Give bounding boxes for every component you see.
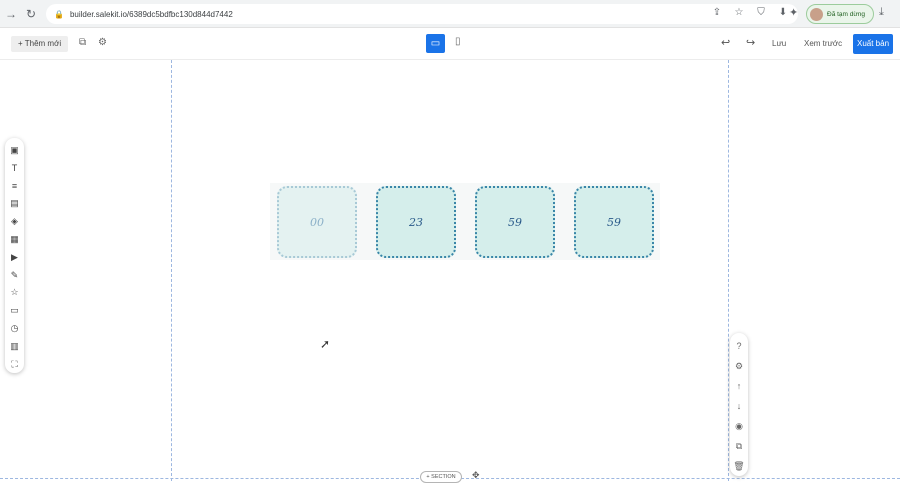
star-icon[interactable]: ☆	[732, 7, 746, 18]
profile-button[interactable]: Đã tạm dừng	[806, 4, 874, 24]
downloads-icon[interactable]: ⤓	[879, 6, 884, 19]
countdown-hours[interactable]: 23	[376, 186, 456, 258]
carousel-icon[interactable]: ✎	[11, 267, 19, 285]
section-actions-panel: ? ⚙ ↑ ↓ ◉ ⧉ 🗑	[730, 333, 748, 476]
help-icon[interactable]: ?	[736, 336, 741, 356]
save-button[interactable]: Lưu	[772, 39, 786, 48]
countdown-minutes[interactable]: 59	[475, 186, 555, 258]
back-arrow-icon[interactable]: →	[1, 4, 21, 24]
settings-icon[interactable]: ⚙	[98, 37, 107, 48]
builder-toolbar: + Thêm mới ⧉ ⚙ ▭ ▯ ↩ ↪ Lưu Xem trước Xuấ…	[0, 28, 900, 60]
desktop-view-icon[interactable]: ▭	[426, 34, 445, 53]
timer-icon[interactable]: ◷	[11, 320, 19, 338]
publish-button[interactable]: Xuất bản	[853, 34, 893, 54]
profile-label: Đã tạm dừng	[827, 10, 865, 18]
countdown-seconds[interactable]: 59	[574, 186, 654, 258]
layers-icon[interactable]: ⧉	[79, 37, 86, 48]
video-icon[interactable]: ▶	[11, 249, 18, 267]
section-guide-right	[728, 60, 729, 481]
move-up-icon[interactable]: ↑	[737, 376, 742, 396]
address-bar[interactable]: 🔒 builder.salekit.io/6389dc5bdfbc130d844…	[46, 4, 798, 24]
extensions-icon[interactable]: ✦	[789, 6, 798, 19]
preview-button[interactable]: Xem trước	[804, 39, 842, 48]
element-panel: ▣ T ≡ ▤ ◈ ▦ ▶ ✎ ☆ ▭ ◷ ▥ ⛶	[5, 138, 24, 373]
avatar	[810, 7, 823, 21]
hide-icon[interactable]: ◉	[735, 416, 743, 436]
countdown-days[interactable]: 00	[277, 186, 357, 258]
countdown-timer[interactable]: 00 23 59 59	[270, 183, 660, 260]
section-icon[interactable]: ▥	[10, 338, 19, 356]
redo-icon[interactable]: ↪	[746, 36, 755, 49]
duplicate-icon[interactable]: ⧉	[736, 436, 742, 456]
browser-bar: → ↻ 🔒 builder.salekit.io/6389dc5bdfbc130…	[0, 0, 900, 28]
move-down-icon[interactable]: ↓	[737, 396, 742, 416]
frame-icon[interactable]: ⛶	[11, 356, 17, 374]
mobile-view-icon[interactable]: ▯	[455, 36, 461, 47]
text-icon[interactable]: T	[12, 160, 18, 178]
popup-icon[interactable]: ▭	[10, 302, 19, 320]
star-icon[interactable]: ☆	[10, 284, 18, 302]
shield-icon[interactable]: ⛉	[754, 7, 768, 18]
settings-icon[interactable]: ⚙	[735, 356, 743, 376]
image-icon[interactable]: ▣	[10, 142, 19, 160]
lock-icon: 🔒	[54, 9, 64, 19]
shape-icon[interactable]: ◈	[11, 213, 18, 231]
share-icon[interactable]: ⇪	[710, 7, 724, 18]
paragraph-icon[interactable]: ≡	[12, 178, 17, 196]
mouse-cursor-icon: ➚	[320, 337, 331, 351]
undo-icon[interactable]: ↩	[721, 36, 730, 49]
reload-icon[interactable]: ↻	[21, 4, 41, 24]
add-section-button[interactable]: + SECTION	[420, 471, 462, 483]
move-icon[interactable]: ✥	[472, 470, 480, 481]
section-guide-left	[171, 60, 172, 481]
gallery-icon[interactable]: ▦	[10, 231, 19, 249]
url-text: builder.salekit.io/6389dc5bdfbc130d844d7…	[69, 9, 233, 19]
delete-icon[interactable]: 🗑	[733, 456, 744, 476]
editor-canvas[interactable]: ▣ T ≡ ▤ ◈ ▦ ▶ ✎ ☆ ▭ ◷ ▥ ⛶ 00 23 59 59 ➚ …	[0, 60, 900, 483]
add-new-button[interactable]: + Thêm mới	[11, 36, 69, 52]
form-icon[interactable]: ▤	[10, 195, 19, 213]
download-box-icon[interactable]: ⬇	[776, 7, 790, 18]
